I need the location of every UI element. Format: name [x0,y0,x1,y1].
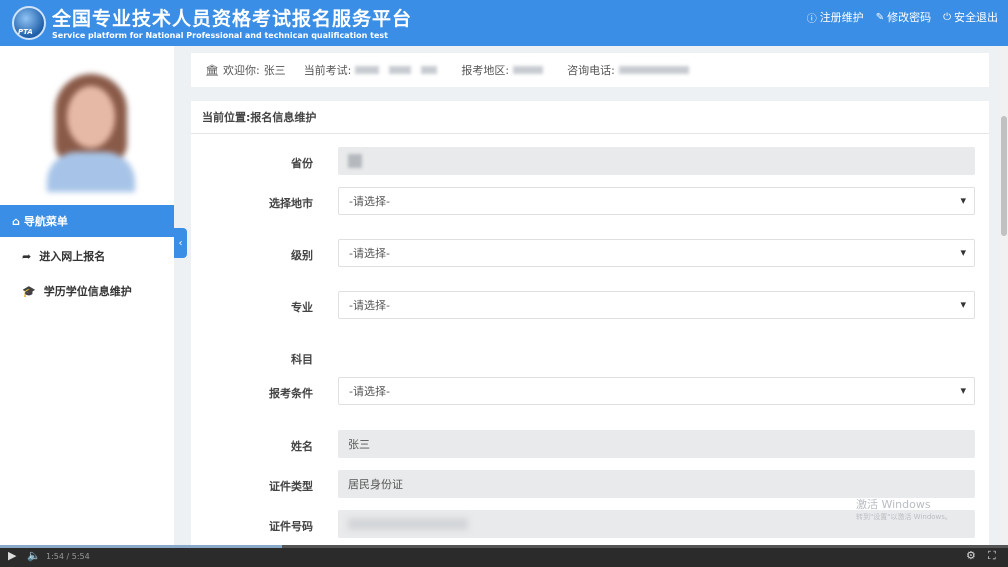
province-field [338,147,975,175]
id-type-field: 居民身份证 [338,470,975,498]
major-select[interactable]: -请选择- [338,291,975,319]
level-select[interactable]: -请选择- [338,239,975,267]
info-icon: ⓘ [806,13,817,25]
user-photo [43,68,139,192]
name-field: 张三 [338,430,975,458]
power-icon: ⏻ [943,11,951,23]
platform-subtitle: Service platform for National Profession… [52,31,388,40]
play-icon[interactable]: ▶ [8,549,16,562]
sidebar-item-online-registration[interactable]: ➦ 进入网上报名 [0,239,174,273]
settings-gear-icon[interactable]: ⚙ [966,549,976,562]
scrollbar-thumb[interactable] [1001,116,1007,236]
logout-link[interactable]: ⏻ 安全退出 [943,9,998,25]
edit-icon: ✎ [875,11,885,23]
platform-title: 全国专业技术人员资格考试报名服务平台 [52,8,413,30]
video-time: 1:54 / 5:54 [46,552,90,561]
bank-icon: 🏛 [205,63,219,77]
video-control-bar [0,545,1008,567]
sidebar-item-education-info[interactable]: 🎓 学历学位信息维护 [0,274,174,308]
graduation-cap-icon: 🎓 [22,284,36,298]
register-maintain-link[interactable]: ⓘ 注册维护 [807,9,864,25]
sidebar: ⌂ 导航菜单 ➦ 进入网上报名 🎓 学历学位信息维护 [0,46,174,545]
share-arrow-icon: ➦ [22,249,32,263]
current-exam-info: 当前考试: [304,62,444,78]
windows-activation-watermark: 激活 Windows 转到"设置"以激活 Windows。 [856,498,952,521]
registration-form-panel: 当前位置:报名信息维护 省份 选择地市 -请选择- 级别 -请选择- 专业 -请… [191,101,989,545]
sidebar-collapse-toggle[interactable]: ‹ [174,228,187,258]
header-links: ⓘ 注册维护 ✎ 修改密码 ⏻ 安全退出 [807,9,998,25]
home-icon: ⌂ [12,214,20,228]
volume-icon[interactable]: 🔈 [27,549,41,562]
user-name: 张三 [263,64,286,77]
page-scrollbar[interactable] [1000,46,1008,545]
nav-menu-header[interactable]: ⌂ 导航菜单 [0,205,174,237]
region-info: 报考地区: [461,62,549,78]
breadcrumb: 当前位置:报名信息维护 [191,101,989,134]
top-header: PTA 全国专业技术人员资格考试报名服务平台 Service platform … [0,0,1008,46]
phone-info: 咨询电话: [567,62,695,78]
video-progress-bar[interactable] [0,545,1008,548]
logo-icon: PTA [12,6,46,40]
condition-select[interactable]: -请选择- [338,377,975,405]
fullscreen-icon[interactable]: ⛶ [988,549,996,563]
info-bar: 🏛 欢迎你: 张三 当前考试: 报考地区: 咨询电话: [191,53,989,87]
city-select[interactable]: -请选择- [338,187,975,215]
welcome-info: 🏛 欢迎你: 张三 [205,63,286,78]
change-password-link[interactable]: ✎ 修改密码 [876,9,931,25]
